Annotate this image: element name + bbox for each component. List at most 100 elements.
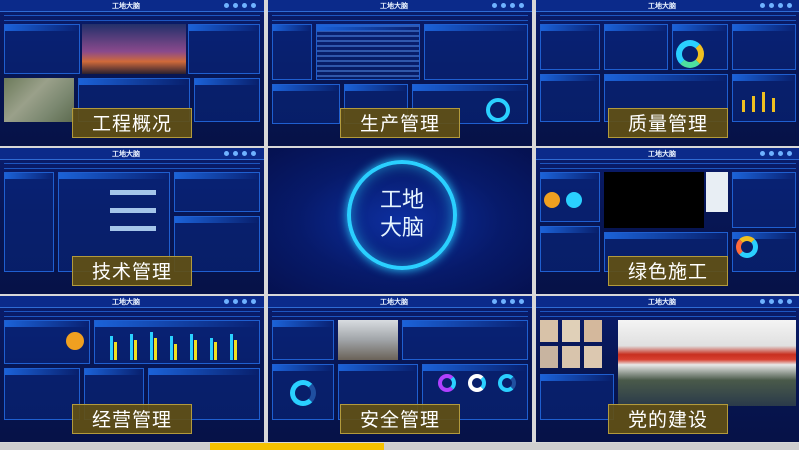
- tile-center-brain[interactable]: 工地 大脑: [268, 148, 532, 294]
- member-photo: [584, 346, 602, 368]
- issue-panel: [732, 24, 796, 70]
- app-title: 工地大脑: [112, 2, 140, 10]
- site-photo: [82, 24, 186, 74]
- bar: [154, 338, 157, 360]
- env-panel: [732, 172, 796, 228]
- app-title: 工地大脑: [112, 298, 140, 306]
- bar: [742, 100, 745, 112]
- tile-label-technology: 技术管理: [72, 256, 192, 286]
- record-panel: [540, 226, 600, 272]
- bar: [194, 340, 197, 360]
- bar: [772, 98, 775, 112]
- bar: [114, 342, 117, 360]
- news-panel: [540, 374, 614, 420]
- tile-label-quality: 质量管理: [608, 108, 728, 138]
- tab-bar: [540, 311, 796, 317]
- info-panel: [4, 24, 80, 74]
- tile-label-party: 党的建设: [608, 404, 728, 434]
- ring-chart: [438, 374, 456, 392]
- app-title: 工地大脑: [380, 298, 408, 306]
- green-donut: [736, 236, 758, 258]
- bar: [210, 338, 213, 360]
- bar: [110, 336, 113, 360]
- energy-icon: [544, 192, 560, 208]
- header-icons: [224, 299, 256, 304]
- app-title: 工地大脑: [112, 150, 140, 158]
- safety-donut: [290, 380, 316, 406]
- tab-bar: [540, 15, 796, 21]
- tile-header: 工地大脑: [536, 0, 799, 12]
- tile-safety[interactable]: 工地大脑 安全管理: [268, 296, 532, 442]
- list-panel: [604, 24, 668, 70]
- tile-party[interactable]: 工地大脑 党的建设: [536, 296, 799, 442]
- notice-panel: [174, 172, 260, 212]
- tab-bar: [4, 15, 260, 21]
- thumbnail: [706, 172, 728, 212]
- list-panel: [188, 24, 260, 74]
- app-title: 工地大脑: [648, 150, 676, 158]
- count-panel: [4, 172, 54, 272]
- alert-panel: [402, 320, 528, 360]
- tile-header: 工地大脑: [268, 296, 532, 308]
- bar: [174, 344, 177, 360]
- site-photo: [338, 320, 398, 360]
- tile-header: 工地大脑: [536, 296, 799, 308]
- member-photo: [540, 346, 558, 368]
- center-line-2: 大脑: [379, 216, 424, 241]
- tile-business[interactable]: 工地大脑 经营管理: [0, 296, 264, 442]
- tile-label-production: 生产管理: [340, 108, 460, 138]
- tab-bar: [4, 311, 260, 317]
- header-icons: [760, 3, 792, 8]
- bar: [752, 96, 755, 112]
- tile-label-overview: 工程概况: [72, 108, 192, 138]
- tile-header: 工地大脑: [536, 148, 799, 160]
- chart-panel: [272, 84, 340, 124]
- bar: [214, 342, 217, 360]
- video-feed: [604, 172, 704, 228]
- member-photo: [540, 320, 558, 342]
- bar: [190, 334, 193, 360]
- bar: [150, 332, 153, 360]
- header-icons: [492, 3, 524, 8]
- cost-panel: [4, 368, 80, 420]
- header-icons: [224, 151, 256, 156]
- row-bar: [110, 226, 156, 231]
- tile-label-safety: 安全管理: [340, 404, 460, 434]
- tile-header: 工地大脑: [0, 148, 264, 160]
- brain-logo-circle: 工地 大脑: [347, 160, 457, 270]
- tile-technology[interactable]: 工地大脑 技术管理: [0, 148, 264, 294]
- stats-panel: [272, 320, 334, 360]
- app-title: 工地大脑: [648, 2, 676, 10]
- bar: [234, 340, 237, 360]
- member-photo: [584, 320, 602, 342]
- tile-header: 工地大脑: [268, 0, 532, 12]
- stats-panel: [540, 24, 600, 70]
- tile-green[interactable]: 工地大脑 绿色施工: [536, 148, 799, 294]
- app-title: 工地大脑: [648, 298, 676, 306]
- tile-label-green: 绿色施工: [608, 256, 728, 286]
- row-bar: [110, 208, 156, 213]
- tab-bar: [540, 163, 796, 169]
- tile-quality[interactable]: 工地大脑 质量管理: [536, 0, 799, 146]
- map-image: [4, 78, 74, 122]
- tile-production[interactable]: 工地大脑 生产管理: [268, 0, 532, 146]
- header-icons: [760, 151, 792, 156]
- tab-bar: [272, 311, 528, 317]
- header-icons: [492, 299, 524, 304]
- tile-label-business: 经营管理: [72, 404, 192, 434]
- header-icons: [760, 299, 792, 304]
- bar: [230, 334, 233, 360]
- tree-panel: [272, 24, 312, 80]
- bar: [762, 92, 765, 112]
- member-photo: [562, 320, 580, 342]
- summary-panel: [540, 74, 600, 122]
- center-line-1: 工地: [379, 188, 424, 213]
- app-title: 工地大脑: [380, 2, 408, 10]
- event-photo: [618, 320, 796, 406]
- tab-bar: [272, 15, 528, 21]
- member-photo: [562, 346, 580, 368]
- pie-icon: [66, 332, 84, 350]
- ring-chart: [468, 374, 486, 392]
- footer-accent: [210, 443, 384, 450]
- tile-overview[interactable]: 工地大脑 工程概况: [0, 0, 264, 146]
